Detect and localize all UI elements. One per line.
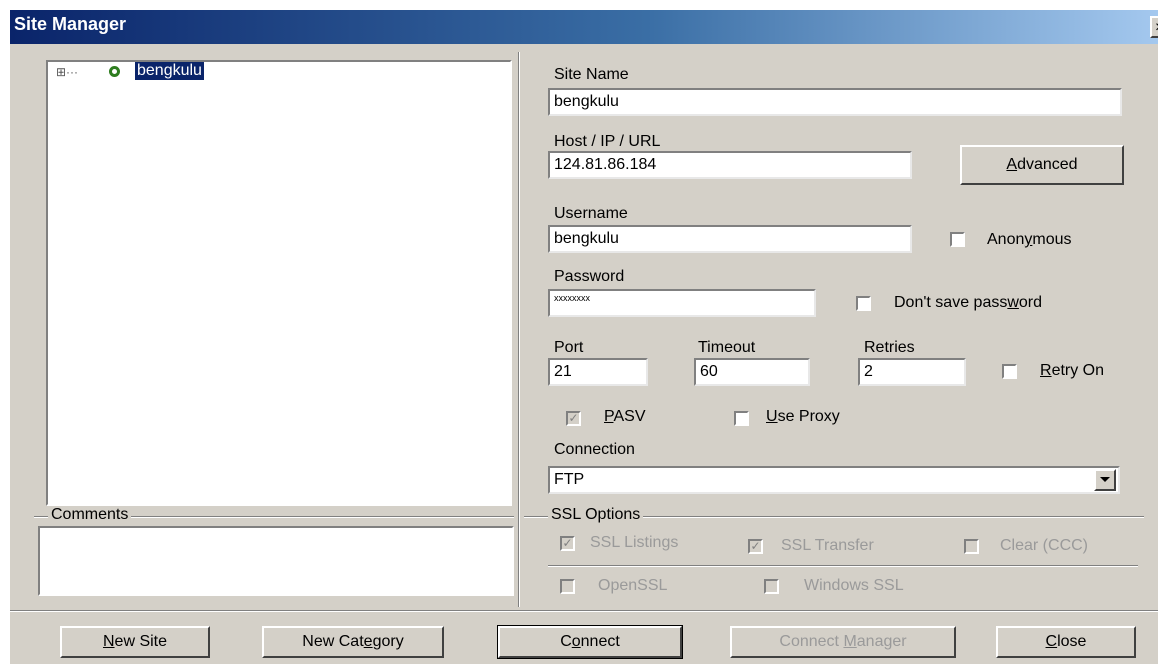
close-label-post: lose: [1057, 633, 1087, 650]
window-close-button[interactable]: ×: [1150, 16, 1158, 38]
connection-value: FTP: [554, 471, 585, 488]
retry-on-label-accel: R: [1040, 362, 1052, 379]
comments-label: Comments: [48, 506, 132, 524]
username-label: Username: [554, 205, 628, 222]
ssl-transfer-label[interactable]: SSL Transfer: [781, 537, 874, 555]
new-site-label-accel: N: [102, 633, 115, 650]
use-proxy-label-post: se Proxy: [777, 408, 840, 425]
ssl-transfer-checkbox[interactable]: ✓: [748, 539, 763, 554]
new-category-label-pre: New Cat: [302, 633, 364, 650]
anonymous-checkbox[interactable]: [950, 232, 965, 247]
advanced-button-accel: A: [1006, 156, 1018, 173]
dont-save-password-label-accel: w: [1007, 294, 1019, 311]
close-button[interactable]: Close: [996, 626, 1136, 658]
title-bar[interactable]: [10, 10, 1158, 44]
new-category-button[interactable]: New Category: [262, 626, 444, 658]
windows-ssl-checkbox[interactable]: [764, 579, 779, 594]
pasv-checkbox[interactable]: ✓: [566, 411, 581, 426]
comments-field[interactable]: [38, 526, 514, 596]
connect-label-pre: C: [560, 633, 572, 650]
pasv-label-post: ASV: [613, 408, 646, 425]
site-name-input[interactable]: bengkulu: [548, 88, 1122, 116]
connection-label: Connection: [554, 441, 635, 458]
connect-manager-label-pre: Connect: [779, 633, 844, 650]
ssl-listings-checkbox[interactable]: ✓: [560, 536, 575, 551]
bottom-separator: [10, 610, 1158, 612]
openssl-label[interactable]: OpenSSL: [598, 577, 667, 595]
retries-label: Retries: [864, 339, 915, 356]
use-proxy-label-accel: U: [766, 408, 778, 425]
connect-button[interactable]: Connect: [497, 625, 683, 659]
new-category-label-post: gory: [372, 633, 404, 650]
openssl-checkbox[interactable]: [560, 579, 575, 594]
dont-save-password-checkbox[interactable]: [856, 296, 871, 311]
anonymous-label-post: mous: [1032, 231, 1072, 248]
tree-node-bengkulu[interactable]: bengkulu: [135, 62, 204, 80]
chevron-down-icon: [1100, 477, 1110, 482]
connection-dropdown-button[interactable]: [1094, 469, 1116, 491]
site-node-icon: [109, 66, 120, 77]
new-site-button[interactable]: New Site: [60, 626, 210, 658]
username-input[interactable]: bengkulu: [548, 225, 912, 253]
anonymous-label-pre: Anon: [987, 231, 1025, 248]
retry-on-label[interactable]: Retry On: [1040, 362, 1104, 380]
connect-label-post: nnect: [580, 633, 620, 650]
use-proxy-checkbox[interactable]: [734, 411, 749, 426]
password-input[interactable]: xxxxxxxx: [548, 289, 816, 317]
connect-manager-label-post: anager: [856, 633, 907, 650]
windows-ssl-label[interactable]: Windows SSL: [804, 577, 904, 595]
retries-input[interactable]: 2: [858, 358, 966, 386]
connect-label-accel: o: [571, 633, 581, 650]
port-label: Port: [554, 339, 584, 356]
anonymous-label[interactable]: Anonymous: [987, 231, 1072, 249]
dont-save-password-label-pre: Don't save pass: [894, 294, 1008, 311]
password-label: Password: [554, 268, 625, 285]
dont-save-password-label-post: ord: [1018, 294, 1043, 311]
pasv-label[interactable]: PASV: [604, 408, 646, 426]
clear-ccc-checkbox[interactable]: [964, 539, 979, 554]
dont-save-password-label[interactable]: Don't save password: [894, 294, 1042, 312]
timeout-input[interactable]: 60: [694, 358, 810, 386]
host-input[interactable]: 124.81.86.184: [548, 151, 912, 179]
use-proxy-label[interactable]: Use Proxy: [766, 408, 840, 426]
host-label: Host / IP / URL: [554, 133, 661, 150]
retry-on-checkbox[interactable]: [1002, 364, 1017, 379]
connect-manager-button[interactable]: Connect Manager: [730, 626, 956, 658]
ssl-listings-label[interactable]: SSL Listings: [590, 534, 678, 552]
advanced-button[interactable]: Advanced: [960, 145, 1124, 185]
new-site-label-post: ew Site: [114, 633, 168, 650]
port-input[interactable]: 21: [548, 358, 648, 386]
pane-separator: [518, 52, 520, 607]
window-title: Site Manager: [14, 14, 127, 34]
ssl-options-label: SSL Options: [548, 506, 644, 524]
clear-ccc-label[interactable]: Clear (CCC): [1000, 537, 1088, 555]
site-name-label: Site Name: [554, 66, 629, 83]
new-category-label-accel: e: [363, 633, 373, 650]
connect-manager-label-accel: M: [843, 633, 857, 650]
connection-select[interactable]: FTP: [548, 466, 1120, 494]
site-tree[interactable]: [46, 60, 512, 506]
tree-expand-icon[interactable]: ⊞···: [56, 65, 78, 79]
close-label-accel: C: [1045, 633, 1058, 650]
retry-on-label-post: etry On: [1051, 362, 1105, 379]
timeout-label: Timeout: [698, 339, 756, 356]
advanced-button-label-post: dvanced: [1017, 156, 1078, 173]
ssl-inner-separator: [548, 565, 1138, 567]
